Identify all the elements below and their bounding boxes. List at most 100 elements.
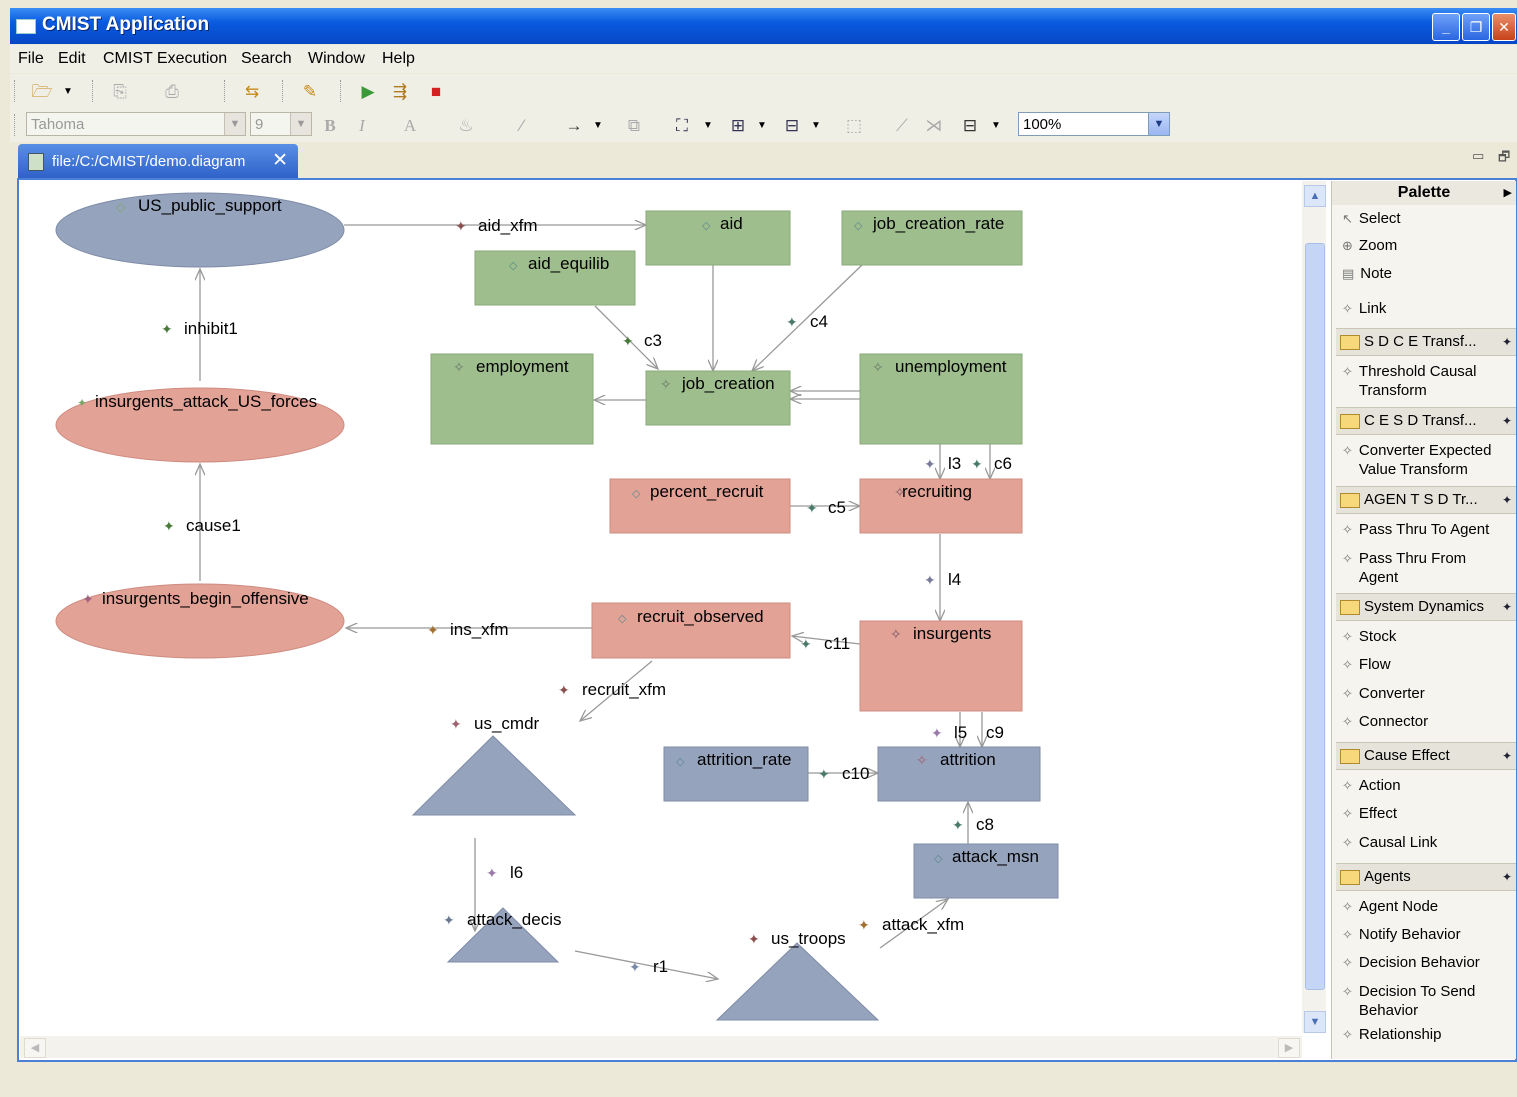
stop-icon[interactable]: ■ <box>424 80 448 104</box>
scroll-right-icon[interactable]: ▶ <box>1278 1038 1300 1058</box>
link-label[interactable]: c10 <box>842 764 869 783</box>
link-label[interactable]: c8 <box>976 815 994 834</box>
palette-item-relationship[interactable]: ✧ Relationship <box>1342 1025 1441 1044</box>
scroll-thumb[interactable] <box>1305 243 1325 990</box>
link-label[interactable]: aid_xfm <box>478 216 538 235</box>
palette-item-stock[interactable]: ✧ Stock <box>1342 627 1396 646</box>
node-recruiting[interactable]: recruiting <box>859 478 1023 534</box>
size-icon[interactable]: ⬚ <box>842 114 866 138</box>
node-unemployment[interactable]: unemployment <box>859 353 1023 445</box>
close-tab-icon[interactable]: ✕ <box>272 149 288 172</box>
fill-color-icon[interactable]: ♨ <box>454 114 478 138</box>
new-icon[interactable]: 🗁 <box>30 80 54 104</box>
bold-icon[interactable]: B <box>318 114 342 138</box>
chevron-down-icon[interactable]: ▼ <box>1148 113 1169 135</box>
palette-item-agent-node[interactable]: ✧ Agent Node <box>1342 897 1438 916</box>
palette-item-converter[interactable]: ✧ Converter <box>1342 684 1425 703</box>
palette-drawer-cause-effect[interactable]: Cause Effect ✦ <box>1336 742 1516 770</box>
link-label[interactable]: ins_xfm <box>450 620 509 639</box>
palette-item-threshold-causal-transform[interactable]: ✧ Threshold Causal Transform <box>1342 362 1507 400</box>
palette-tool-note[interactable]: ▤ Note <box>1342 264 1392 283</box>
palette-drawer-agentsd[interactable]: AGEN T S D Tr... ✦ <box>1336 486 1516 514</box>
align-dropdown-icon[interactable]: ▼ <box>804 114 828 138</box>
link-label[interactable]: inhibit1 <box>184 319 238 338</box>
font-color-icon[interactable]: A <box>398 114 422 138</box>
arrange-dropdown-icon[interactable]: ▼ <box>696 114 720 138</box>
menu-search[interactable]: Search <box>241 50 292 68</box>
arrow-dropdown-icon[interactable]: ▼ <box>586 114 610 138</box>
palette-menu-icon[interactable]: ▶ <box>1504 181 1512 205</box>
link-label[interactable]: c11 <box>824 634 850 653</box>
palette-item-decision-behavior[interactable]: ✧ Decision Behavior <box>1342 953 1480 972</box>
editor-tab[interactable]: file:/C:/CMIST/demo.diagram ✕ <box>18 144 298 178</box>
pencil-icon[interactable]: ✎ <box>298 80 322 104</box>
font-size-combo[interactable]: 9 ▼ <box>250 112 312 136</box>
link-label[interactable]: r1 <box>653 957 668 976</box>
link-label[interactable]: l4 <box>948 570 961 589</box>
link-label[interactable]: c9 <box>986 723 1004 742</box>
tree-router-icon[interactable]: ⋊ <box>922 114 946 138</box>
menu-file[interactable]: File <box>18 50 44 68</box>
minimize-icon[interactable]: _ <box>1432 13 1460 41</box>
horizontal-scrollbar[interactable]: ◀ ▶ <box>20 1036 1302 1058</box>
group-dropdown-icon[interactable]: ▼ <box>750 114 774 138</box>
line-style-dropdown-icon[interactable]: ▼ <box>984 114 1008 138</box>
vertical-scrollbar[interactable]: ▲ ▼ <box>1302 181 1326 1033</box>
arrow-style-icon[interactable]: → <box>562 114 586 138</box>
diagram-canvas[interactable]: US_public_support insurgents_attack_US_f… <box>20 181 1302 1036</box>
pin-icon[interactable]: ✦ <box>1502 329 1512 355</box>
palette-drawer-agents[interactable]: Agents ✦ <box>1336 863 1516 891</box>
agent-node-attack-decis[interactable]: attack_decis <box>446 907 562 963</box>
scroll-down-icon[interactable]: ▼ <box>1304 1011 1326 1033</box>
ellipse-node-us-public-support[interactable]: US_public_support <box>55 192 345 268</box>
run-icon[interactable]: ▶ <box>356 80 380 104</box>
node-aid-equilib[interactable]: aid_equilib <box>474 250 636 306</box>
line-style-icon[interactable]: ⊟ <box>958 114 982 138</box>
node-aid[interactable]: aid <box>645 210 791 266</box>
navigate-icon[interactable]: ⇆ <box>240 80 264 104</box>
menu-cmist-execution[interactable]: CMIST Execution <box>103 50 227 68</box>
new-dropdown-icon[interactable]: ▼ <box>56 80 80 104</box>
link-label[interactable]: cause1 <box>186 516 241 535</box>
menu-help[interactable]: Help <box>382 50 415 68</box>
agent-node-us-troops[interactable]: us_troops <box>715 929 880 1021</box>
node-attrition-rate[interactable]: attrition_rate <box>663 746 809 802</box>
italic-icon[interactable]: I <box>350 114 374 138</box>
link-label[interactable]: l5 <box>954 723 967 742</box>
chevron-down-icon[interactable]: ▼ <box>290 113 311 135</box>
node-insurgents[interactable]: insurgents <box>859 620 1023 712</box>
link-label[interactable]: c4 <box>810 312 828 331</box>
group-icon[interactable]: ⊞ <box>726 114 750 138</box>
palette-item-flow[interactable]: ✧ Flow <box>1342 655 1391 674</box>
link-label[interactable]: recruit_xfm <box>582 680 666 699</box>
align-icon[interactable]: ⊟ <box>780 114 804 138</box>
palette-item-pass-thru-to-agent[interactable]: ✧ Pass Thru To Agent <box>1342 520 1489 539</box>
scroll-up-icon[interactable]: ▲ <box>1304 185 1326 207</box>
router-icon[interactable]: ⟋ <box>890 114 914 138</box>
palette-item-effect[interactable]: ✧ Effect <box>1342 804 1397 823</box>
line-color-icon[interactable]: ⁄ <box>510 114 534 138</box>
link-label[interactable]: l6 <box>510 863 523 882</box>
pin-icon[interactable]: ✦ <box>1502 743 1512 769</box>
zoom-combo[interactable]: 100% ▼ <box>1018 112 1170 136</box>
ellipse-node-insurgents-attack-us-forces[interactable]: insurgents_attack_US_forces <box>55 387 345 463</box>
copy-format-icon[interactable]: ⧉ <box>622 114 646 138</box>
palette-drawer-cesd[interactable]: C E S D Transf... ✦ <box>1336 407 1516 435</box>
palette-item-connector[interactable]: ✧ Connector <box>1342 712 1428 731</box>
save-icon[interactable]: ⎘ <box>108 80 132 104</box>
palette-tool-select[interactable]: ↖ Select <box>1342 209 1401 228</box>
pin-icon[interactable]: ✦ <box>1502 864 1512 890</box>
palette-tool-link[interactable]: ✧ Link <box>1342 299 1386 318</box>
pin-icon[interactable]: ✦ <box>1502 594 1512 620</box>
link-label[interactable]: c3 <box>644 331 662 350</box>
chevron-down-icon[interactable]: ▼ <box>224 113 245 135</box>
close-icon[interactable]: ✕ <box>1492 13 1516 41</box>
palette-item-decision-to-send-behavior[interactable]: ✧ Decision To Send Behavior <box>1342 982 1489 1020</box>
agent-node-us-cmdr[interactable]: us_cmdr <box>411 714 577 816</box>
palette-drawer-sdce[interactable]: S D C E Transf... ✦ <box>1336 328 1516 356</box>
node-job-creation-rate[interactable]: job_creation_rate <box>841 210 1023 266</box>
arrange-all-icon[interactable]: ⛶ <box>670 114 694 138</box>
step-icon[interactable]: ⇶ <box>388 80 412 104</box>
maximize-view-icon[interactable]: 🗗 <box>1498 148 1510 170</box>
palette-tool-zoom[interactable]: ⊕ Zoom <box>1342 236 1397 255</box>
